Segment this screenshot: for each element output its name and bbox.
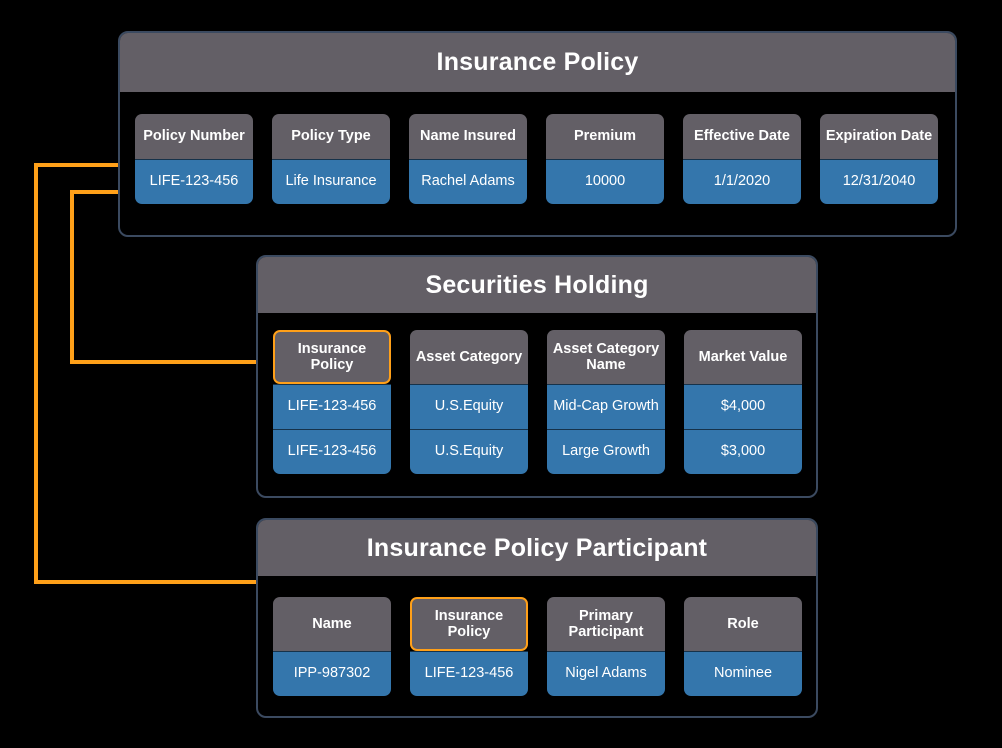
column-header: Name Insured — [409, 114, 527, 159]
cell-value: U.S.Equity — [410, 429, 528, 474]
column-header: Policy Number — [135, 114, 253, 159]
cell-value: $4,000 — [684, 384, 802, 429]
column-primary-participant[interactable]: Primary Participant Nigel Adams — [547, 597, 665, 696]
column-insurance-policy[interactable]: Insurance Policy LIFE-123-456 — [410, 597, 528, 696]
panel-securities-holding: Securities Holding Insurance Policy LIFE… — [256, 255, 818, 498]
panel-insurance-policy: Insurance Policy Policy Number LIFE-123-… — [118, 31, 957, 237]
column-group-insurance-policy: Policy Number LIFE-123-456 Policy Type L… — [135, 114, 938, 204]
column-effective-date[interactable]: Effective Date 1/1/2020 — [683, 114, 801, 204]
column-insurance-policy[interactable]: Insurance Policy LIFE-123-456 LIFE-123-4… — [273, 330, 391, 474]
cell-value: LIFE-123-456 — [410, 651, 528, 696]
column-name-insured[interactable]: Name Insured Rachel Adams — [409, 114, 527, 204]
panel-header-insurance-policy-participant: Insurance Policy Participant — [258, 520, 816, 576]
panel-title: Insurance Policy Participant — [366, 533, 708, 562]
panel-title: Securities Holding — [425, 270, 649, 299]
column-expiration-date[interactable]: Expiration Date 12/31/2040 — [820, 114, 938, 204]
cell-value: Large Growth — [547, 429, 665, 474]
column-header: Insurance Policy — [273, 330, 391, 384]
cell-value: U.S.Equity — [410, 384, 528, 429]
cell-value: Rachel Adams — [409, 159, 527, 204]
cell-value: Nominee — [684, 651, 802, 696]
column-name[interactable]: Name IPP-987302 — [273, 597, 391, 696]
column-header: Name — [273, 597, 391, 651]
panel-header-insurance-policy: Insurance Policy — [120, 33, 955, 92]
column-header: Effective Date — [683, 114, 801, 159]
panel-insurance-policy-participant: Insurance Policy Participant Name IPP-98… — [256, 518, 818, 718]
cell-value: LIFE-123-456 — [135, 159, 253, 204]
column-market-value[interactable]: Market Value $4,000 $3,000 — [684, 330, 802, 474]
column-header: Insurance Policy — [410, 597, 528, 651]
cell-value: LIFE-123-456 — [273, 384, 391, 429]
cell-value: 12/31/2040 — [820, 159, 938, 204]
column-asset-category-name[interactable]: Asset Category Name Mid-Cap Growth Large… — [547, 330, 665, 474]
column-header: Asset Category — [410, 330, 528, 384]
cell-value: $3,000 — [684, 429, 802, 474]
column-header: Premium — [546, 114, 664, 159]
column-header: Market Value — [684, 330, 802, 384]
cell-value: Life Insurance — [272, 159, 390, 204]
column-policy-number[interactable]: Policy Number LIFE-123-456 — [135, 114, 253, 204]
column-asset-category[interactable]: Asset Category U.S.Equity U.S.Equity — [410, 330, 528, 474]
column-premium[interactable]: Premium 10000 — [546, 114, 664, 204]
column-group-insurance-policy-participant: Name IPP-987302 Insurance Policy LIFE-12… — [273, 597, 802, 696]
column-header: Role — [684, 597, 802, 651]
panel-header-securities-holding: Securities Holding — [258, 257, 816, 313]
cell-value: Mid-Cap Growth — [547, 384, 665, 429]
column-policy-type[interactable]: Policy Type Life Insurance — [272, 114, 390, 204]
column-header: Primary Participant — [547, 597, 665, 651]
cell-value: 10000 — [546, 159, 664, 204]
cell-value: LIFE-123-456 — [273, 429, 391, 474]
column-group-securities-holding: Insurance Policy LIFE-123-456 LIFE-123-4… — [273, 330, 802, 474]
panel-title: Insurance Policy — [436, 48, 639, 76]
cell-value: 1/1/2020 — [683, 159, 801, 204]
cell-value: Nigel Adams — [547, 651, 665, 696]
column-header: Asset Category Name — [547, 330, 665, 384]
cell-value: IPP-987302 — [273, 651, 391, 696]
column-role[interactable]: Role Nominee — [684, 597, 802, 696]
column-header: Policy Type — [272, 114, 390, 159]
column-header: Expiration Date — [820, 114, 938, 159]
